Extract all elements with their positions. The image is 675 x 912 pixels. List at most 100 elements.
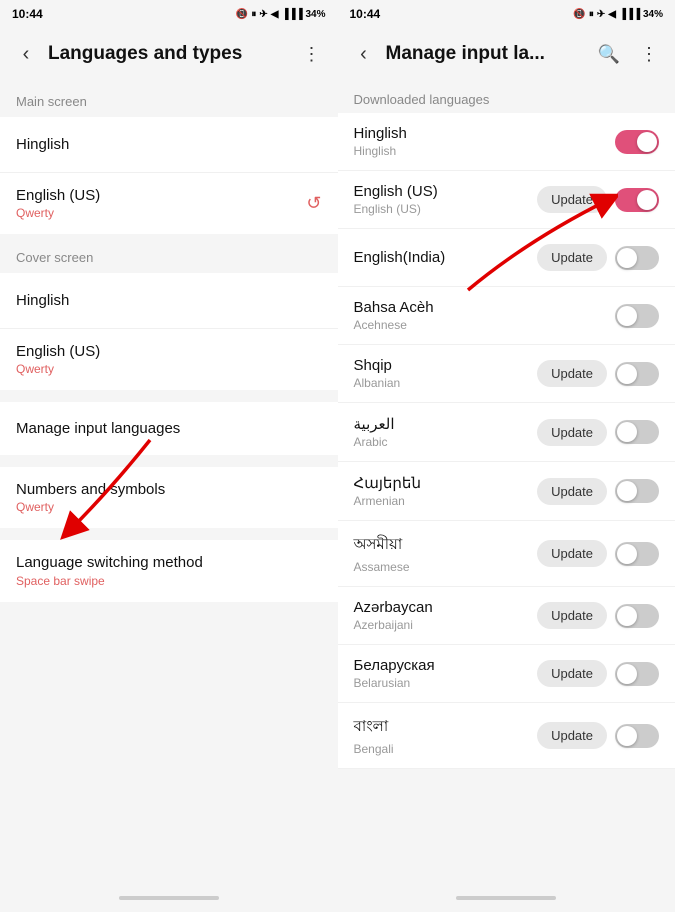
right-menu-button[interactable]: ⋮ (631, 36, 667, 72)
lang-item-5[interactable]: العربية Arabic Update (338, 403, 675, 462)
toggle-1[interactable] (615, 188, 659, 212)
left-time: 10:44 (12, 7, 43, 21)
lang-sub-5: Arabic (354, 435, 395, 449)
manage-input-languages-label: Manage input languages (16, 420, 180, 437)
lang-name-7: অসমীয়া (354, 533, 410, 558)
cover-hinglish-title: Hinglish (16, 292, 69, 309)
update-btn-8[interactable]: Update (537, 602, 607, 629)
update-btn-6[interactable]: Update (537, 478, 607, 505)
numbers-symbols-title: Numbers and symbols (16, 481, 322, 498)
main-screen-list: Hinglish English (US) Qwerty ↺ (0, 117, 338, 234)
lang-name-1: English (US) (354, 183, 438, 200)
lang-name-0: Hinglish (354, 125, 407, 142)
update-btn-1[interactable]: Update (537, 186, 607, 213)
lang-item-0[interactable]: Hinglish Hinglish (338, 113, 675, 171)
toggle-5[interactable] (615, 420, 659, 444)
language-switching-title: Language switching method (16, 554, 322, 571)
lang-sub-1: English (US) (354, 202, 438, 216)
toggle-9[interactable] (615, 662, 659, 686)
main-english-us-item[interactable]: English (US) Qwerty ↺ (0, 173, 338, 234)
lang-sub-9: Belarusian (354, 676, 435, 690)
update-btn-7[interactable]: Update (537, 540, 607, 567)
cover-english-subtitle: Qwerty (16, 362, 100, 376)
left-menu-button[interactable]: ⋮ (294, 36, 330, 72)
lang-name-6: Հայերեն (354, 474, 421, 492)
numbers-symbols-item[interactable]: Numbers and symbols Qwerty (0, 467, 338, 528)
lang-item-8[interactable]: AzərbaycanAzerbaijaniUpdate (338, 587, 675, 645)
toggle-7[interactable] (615, 542, 659, 566)
update-btn-10[interactable]: Update (537, 722, 607, 749)
toggle-knob-10 (617, 726, 637, 746)
update-btn-5[interactable]: Update (537, 419, 607, 446)
lang-item-3[interactable]: Bahsa Acèh Acehnese (338, 287, 675, 345)
lang-item-7[interactable]: অসমীয়া Assamese Update (338, 521, 675, 587)
right-content: Downloaded languages HinglishHinglishEng… (338, 80, 675, 884)
toggle-4[interactable] (615, 362, 659, 386)
toggle-0[interactable] (615, 130, 659, 154)
left-page-title: Languages and types (48, 43, 290, 65)
left-content: Main screen Hinglish English (US) Qwerty… (0, 80, 338, 884)
lang-sub-4: Albanian (354, 376, 401, 390)
right-nav-handle (456, 896, 556, 900)
lang-name-4: Shqip (354, 357, 401, 374)
toggle-knob-0 (637, 132, 657, 152)
cover-screen-list: Hinglish English (US) Qwerty (0, 273, 338, 390)
right-status-bar: 10:44 📵 ⏸ ✈ ◀ ▐▐▐ 34% (338, 0, 675, 28)
lang-name-9: Беларуская (354, 657, 435, 674)
lang-item-9[interactable]: Беларуская Belarusian Update (338, 645, 675, 703)
right-back-button[interactable]: ‹ (346, 36, 382, 72)
lang-sub-10: Bengali (354, 742, 394, 756)
toggle-3[interactable] (615, 304, 659, 328)
lang-sub-0: Hinglish (354, 144, 407, 158)
right-nav-bar (338, 884, 675, 912)
update-btn-9[interactable]: Update (537, 660, 607, 687)
toggle-knob-3 (617, 306, 637, 326)
toggle-10[interactable] (615, 724, 659, 748)
right-header: ‹ Manage input la... 🔍 ⋮ (338, 28, 675, 80)
cover-english-us-item[interactable]: English (US) Qwerty (0, 329, 338, 390)
left-back-button[interactable]: ‹ (8, 36, 44, 72)
toggle-knob-6 (617, 481, 637, 501)
main-english-subtitle: Qwerty (16, 206, 100, 220)
language-switching-item[interactable]: Language switching method Space bar swip… (0, 540, 338, 602)
lang-sub-7: Assamese (354, 560, 410, 574)
update-btn-2[interactable]: Update (537, 244, 607, 271)
left-status-icons: 📵 ⏸ ✈ ◀ ▐▐▐ 34% (236, 9, 326, 20)
right-page-title: Manage input la... (386, 43, 588, 65)
main-hinglish-item[interactable]: Hinglish (0, 117, 338, 173)
lang-sub-8: Azerbaijani (354, 618, 433, 632)
toggle-knob-5 (617, 422, 637, 442)
toggle-knob-8 (617, 606, 637, 626)
lang-item-10[interactable]: বাংলাBengaliUpdate (338, 703, 675, 769)
lang-item-2[interactable]: English(India) Update (338, 229, 675, 287)
manage-input-languages-item[interactable]: Manage input languages (0, 402, 338, 455)
lang-item-1[interactable]: English (US) English (US) Update (338, 171, 675, 229)
left-nav-handle (119, 896, 219, 900)
lang-sub-6: Armenian (354, 494, 421, 508)
lang-name-2: English(India) (354, 249, 446, 266)
toggle-8[interactable] (615, 604, 659, 628)
right-status-icons: 📵 ⏸ ✈ ◀ ▐▐▐ 34% (573, 9, 663, 20)
toggle-knob-1 (637, 190, 657, 210)
lang-item-4[interactable]: Shqip Albanian Update (338, 345, 675, 403)
lang-sub-3: Acehnese (354, 318, 434, 332)
main-english-title: English (US) (16, 187, 100, 204)
lang-item-6[interactable]: Հայերեն Armenian Update (338, 462, 675, 521)
toggle-6[interactable] (615, 479, 659, 503)
toggle-2[interactable] (615, 246, 659, 270)
numbers-symbols-subtitle: Qwerty (16, 500, 322, 514)
language-switching-subtitle: Space bar swipe (16, 574, 322, 588)
toggle-knob-2 (617, 248, 637, 268)
main-hinglish-title: Hinglish (16, 136, 69, 153)
refresh-icon: ↺ (306, 193, 321, 214)
right-search-button[interactable]: 🔍 (591, 36, 627, 72)
right-time: 10:44 (350, 7, 381, 21)
left-header: ‹ Languages and types ⋮ (0, 28, 338, 80)
cover-screen-label: Cover screen (0, 236, 338, 271)
update-btn-4[interactable]: Update (537, 360, 607, 387)
left-nav-bar (0, 884, 338, 912)
lang-name-5: العربية (354, 415, 395, 433)
lang-name-3: Bahsa Acèh (354, 299, 434, 316)
toggle-knob-7 (617, 544, 637, 564)
cover-hinglish-item[interactable]: Hinglish (0, 273, 338, 329)
